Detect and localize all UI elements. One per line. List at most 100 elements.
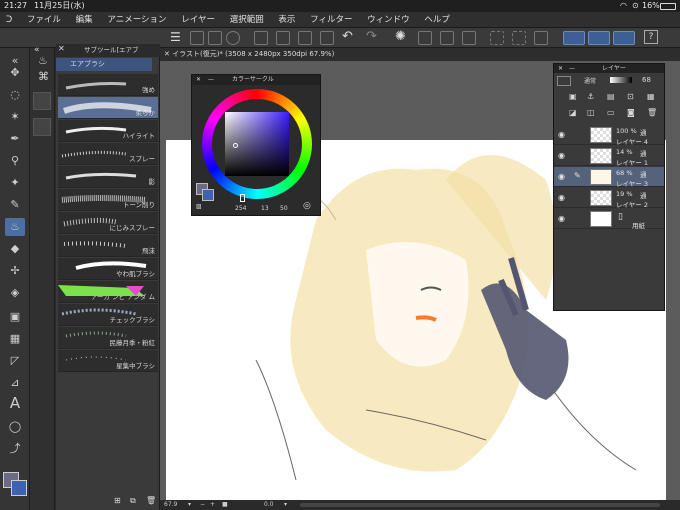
copy-icon[interactable] [418,31,432,45]
mask-icon[interactable]: ▦ [647,92,655,101]
delete-subtool-icon[interactable]: 🗑 [146,496,156,505]
document-tab[interactable]: ✕ イラスト(復元)* (3508 x 2480px 350dpi 67.9%) [160,48,680,61]
lock-transparent-icon[interactable]: ⊡ [627,92,634,101]
lasso-tool-icon[interactable]: ◌ [5,86,25,104]
close-icon[interactable]: ✕ [58,44,65,53]
ruler-tool-icon[interactable]: ⊿ [5,374,25,392]
duplicate-subtool-icon[interactable]: ⧉ [130,496,136,506]
layer-mask-icon[interactable]: ◙ [627,108,635,117]
close-icon[interactable]: ✕ [558,64,563,73]
minimize-icon[interactable]: — [208,75,214,85]
redo-icon[interactable]: ↷ [366,29,377,44]
property-icon[interactable] [33,118,51,136]
figure-tool-icon[interactable]: ▦ [5,330,25,348]
correct-line-tool-icon[interactable]: ⤴ [5,440,25,458]
layer-row[interactable]: ◉ ▯ 用紙 [554,209,664,230]
zoom-in-icon[interactable]: + [210,500,215,510]
new-vector-layer-icon[interactable]: ◫ [587,108,595,117]
export-icon[interactable] [320,31,334,45]
help-icon[interactable]: ? [644,30,658,44]
snap-ruler-icon[interactable] [563,31,585,45]
hue-marker-icon[interactable] [240,194,245,202]
loading-icon[interactable]: ✺ [395,29,406,44]
horizontal-scrollbar[interactable] [300,503,660,507]
hamburger-menu-icon[interactable]: ☰ [170,30,181,44]
layer-color-icon[interactable] [610,77,632,83]
airbrush-tool-icon[interactable]: ♨ [5,218,25,236]
airbrush-group-icon[interactable]: ♨ [38,54,48,67]
menu-filter[interactable]: フィルター [304,12,358,28]
gradient-tool-icon[interactable]: ▣ [5,308,25,326]
layer-row-selected[interactable]: ◉ ✎ 68 % 通 レイヤー 3 [554,167,664,188]
open-folder-icon[interactable] [276,31,290,45]
text-tool-icon[interactable]: A [5,394,25,412]
menu-view[interactable]: 表示 [272,12,301,28]
menu-help[interactable]: ヘルプ [418,12,456,28]
snap-grid-icon[interactable] [588,31,610,45]
eye-icon[interactable]: ◉ [558,193,565,202]
transparent-color-icon[interactable]: ▨ [196,203,202,210]
menu-file[interactable]: ファイル [21,12,67,28]
companion-icon[interactable] [226,31,240,45]
move-tool-icon[interactable]: ✥ [5,64,25,82]
menu-window[interactable]: ウィンドウ [361,12,416,28]
minimize-icon[interactable]: — [569,64,575,73]
blend-mode-select[interactable]: 通常 [584,76,596,85]
settings-icon[interactable] [208,31,222,45]
layer-opacity-value[interactable]: 68 [642,76,651,84]
material-icon[interactable] [33,92,51,110]
clip-icon[interactable]: ▣ [569,92,577,101]
menu-animation[interactable]: アニメーション [101,12,172,28]
reference-icon[interactable]: ⚓ [587,92,594,101]
menu-edit[interactable]: 編集 [70,12,99,28]
sub-color-chip[interactable] [202,189,214,201]
menu-layer[interactable]: レイヤー [175,12,221,28]
lock-icon[interactable]: ▤ [607,92,615,101]
layer-row[interactable]: ◉ 100 % 通 レイヤー 4 [554,125,664,146]
rotate-value[interactable]: 0.0 [264,500,274,510]
sparkle-tool-icon[interactable]: ✦ [5,174,25,192]
crop-icon[interactable] [534,31,548,45]
airbrush-sub-icon[interactable]: ⌘ [38,70,49,83]
invert-selection-icon[interactable] [512,31,526,45]
save-icon[interactable] [298,31,312,45]
snap-special-icon[interactable] [613,31,635,45]
menu-selection[interactable]: 選択範囲 [224,12,270,28]
new-folder-icon[interactable]: ▭ [607,108,615,117]
app-logo-icon[interactable]: ᑐ [0,12,18,28]
fill-icon[interactable] [440,31,454,45]
eye-icon[interactable]: ◉ [558,214,565,223]
eye-icon[interactable]: ◉ [558,130,565,139]
zoom-value[interactable]: 67.9 [164,500,177,510]
color-cursor-icon[interactable] [233,143,238,148]
color-mode-toggle-icon[interactable]: ◎ [303,201,311,211]
balloon-tool-icon[interactable]: ◯ [5,418,25,436]
delete-layer-icon[interactable]: 🗑 [647,108,657,117]
new-file-icon[interactable] [190,31,204,45]
undo-icon[interactable]: ↶ [342,29,353,44]
close-icon[interactable]: ✕ [196,75,201,85]
fill-tool-icon[interactable]: ◈ [5,284,25,302]
layer-list-icon[interactable] [557,76,571,86]
pencil-tool-icon[interactable]: ✎ [5,196,25,214]
eyedropper-icon[interactable]: ⚲ [5,152,25,170]
new-canvas-icon[interactable] [254,31,268,45]
transform-icon[interactable] [462,31,476,45]
deselect-icon[interactable] [490,31,504,45]
eye-icon[interactable]: ◉ [558,151,565,160]
pen-tool-icon[interactable]: ✒ [5,130,25,148]
close-doc-icon[interactable]: ✕ [160,50,170,58]
sub-color-swatch[interactable] [11,480,27,496]
frame-tool-icon[interactable]: ◸ [5,352,25,370]
subtool-group-tab[interactable]: エアブラシ [56,58,152,71]
new-layer-icon[interactable]: ◪ [569,108,577,117]
layer-row[interactable]: ◉ 14 % 通 レイヤー 1 [554,146,664,167]
add-subtool-icon[interactable]: ⊞ [114,496,121,505]
eraser-tool-icon[interactable]: ◆ [5,240,25,258]
rotate-down-icon[interactable]: ▾ [284,500,287,510]
zoom-down-icon[interactable]: ▾ [188,500,191,510]
blend-tool-icon[interactable]: ✢ [5,262,25,280]
layer-row[interactable]: ◉ 19 % 通 レイヤー 2 [554,188,664,209]
magic-wand-icon[interactable]: ✶ [5,108,25,126]
fit-icon[interactable]: ■ [222,500,228,510]
